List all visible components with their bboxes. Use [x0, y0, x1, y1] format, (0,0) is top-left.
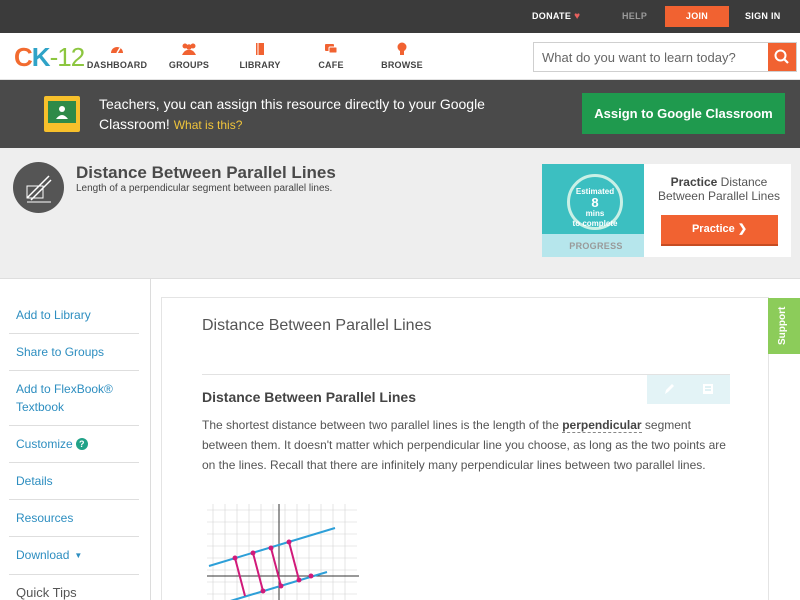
notes-icon[interactable] — [700, 381, 716, 397]
sidebar: Add to Library Share to Groups Add to Fl… — [9, 297, 139, 600]
concept-header: Distance Between Parallel Lines Length o… — [0, 148, 800, 278]
content-title: Distance Between Parallel Lines — [202, 317, 432, 334]
dashboard-icon — [111, 47, 123, 54]
assign-google-classroom-button[interactable]: Assign to Google Classroom — [582, 93, 785, 134]
search-box — [533, 42, 797, 72]
nav-library[interactable]: LIBRARY — [225, 41, 295, 70]
main-area: Add to Library Share to Groups Add to Fl… — [0, 278, 800, 600]
library-icon — [256, 43, 264, 55]
chevron-right-icon: ❯ — [737, 223, 748, 235]
content-panel: Distance Between Parallel Lines Distance… — [161, 297, 769, 600]
practice-card: Estimated 8 mins to complete PROGRESS Pr… — [542, 164, 791, 257]
nav-groups[interactable]: GROUPS — [154, 41, 224, 70]
what-is-this-link[interactable]: What is this? — [174, 118, 243, 132]
estimated-time-badge: Estimated 8 mins to complete — [567, 174, 623, 230]
top-bar: DONATE ♥ HELP JOIN SIGN IN — [0, 0, 800, 33]
nav-dashboard[interactable]: DASHBOARD — [82, 41, 152, 70]
annotation-toolbox — [647, 375, 730, 404]
progress-label: PROGRESS — [569, 241, 623, 251]
support-tab[interactable]: Support — [768, 298, 800, 354]
section-paragraph: The shortest distance between two parall… — [202, 418, 726, 472]
pencil-icon[interactable] — [661, 381, 677, 397]
sidebar-divider — [150, 279, 151, 600]
practice-button[interactable]: Practice ❯ — [661, 215, 778, 244]
ck12-logo[interactable]: CK-12 — [14, 42, 85, 73]
join-button[interactable]: JOIN — [665, 6, 729, 27]
sidebar-item-add-to-library[interactable]: Add to Library — [9, 297, 139, 334]
search-button[interactable] — [768, 43, 796, 71]
browse-icon — [397, 42, 407, 55]
caret-down-icon: ▼ — [74, 551, 83, 560]
groups-icon — [182, 43, 196, 55]
sign-in-link[interactable]: SIGN IN — [745, 0, 781, 33]
cafe-icon — [325, 44, 338, 54]
google-classroom-banner: Teachers, you can assign this resource d… — [0, 80, 800, 148]
heart-icon: ♥ — [574, 11, 581, 22]
sidebar-item-details[interactable]: Details — [9, 463, 139, 500]
help-icon[interactable]: ? — [75, 438, 88, 450]
geometry-concept-icon — [13, 162, 64, 213]
donate-link[interactable]: DONATE ♥ — [532, 0, 580, 33]
nav-cafe[interactable]: CAFE — [296, 41, 366, 70]
sidebar-item-resources[interactable]: Resources — [9, 500, 139, 537]
main-nav: CK-12 DASHBOARD GROUPS LIBRARY CAFE BROW… — [0, 33, 800, 80]
sidebar-item-download[interactable]: Download ▼ — [9, 537, 139, 575]
quick-tips-heading: Quick Tips — [16, 585, 77, 600]
glossary-term-perpendicular[interactable]: perpendicular — [562, 418, 642, 433]
search-icon — [774, 49, 789, 64]
google-classroom-icon — [44, 96, 80, 132]
sidebar-item-share-to-groups[interactable]: Share to Groups — [9, 334, 139, 371]
classroom-message: Teachers, you can assign this resource d… — [99, 96, 485, 132]
search-input[interactable] — [534, 43, 770, 71]
page-title: Distance Between Parallel Lines — [76, 163, 336, 182]
nav-browse[interactable]: BROWSE — [367, 41, 437, 70]
section-heading: Distance Between Parallel Lines — [202, 389, 416, 405]
page-subtitle: Length of a perpendicular segment betwee… — [76, 183, 333, 194]
sidebar-item-add-to-flexbook[interactable]: Add to FlexBook® Textbook — [9, 371, 139, 426]
help-link[interactable]: HELP — [622, 0, 647, 33]
parallel-lines-graph — [207, 504, 359, 600]
sidebar-item-customize[interactable]: Customize? — [9, 426, 139, 463]
practice-title: Practice Distance Between Parallel Lines — [657, 175, 781, 203]
